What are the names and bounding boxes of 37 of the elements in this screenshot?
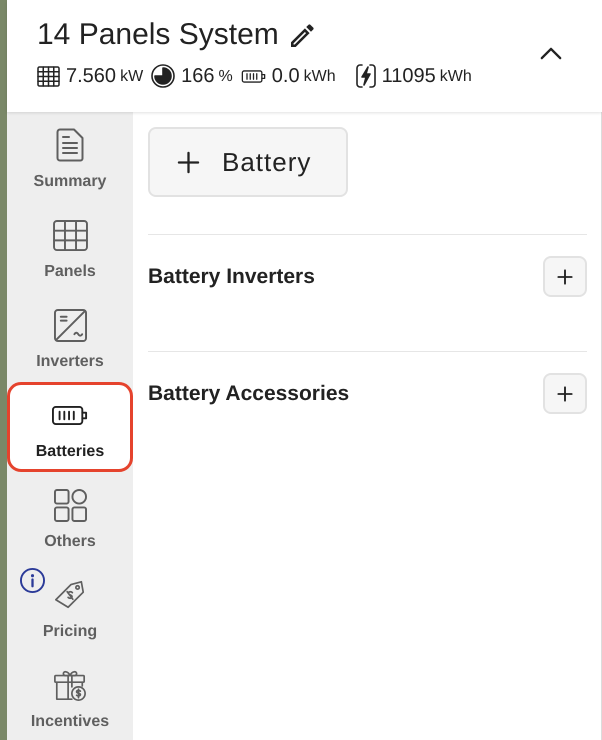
- gift-coin-icon: [53, 668, 87, 702]
- solar-grid-icon: [37, 66, 60, 86]
- sidebar-tab[interactable]: Incentives: [7, 652, 133, 740]
- stat-value: 166: [181, 64, 215, 88]
- battery-icon: [240, 70, 266, 82]
- sidebar-tab[interactable]: Panels: [7, 202, 133, 292]
- edit-icon[interactable]: [290, 24, 314, 46]
- shapes-icon: [54, 488, 86, 522]
- battery-icon: [52, 406, 88, 424]
- add-battery-button[interactable]: Battery: [148, 127, 348, 197]
- section-title: Battery Inverters: [148, 264, 315, 290]
- stat-value: 11095: [382, 64, 436, 88]
- sidebar-tab[interactable]: Summary: [7, 112, 133, 202]
- document-icon: [56, 128, 84, 162]
- add-button[interactable]: [543, 373, 587, 414]
- bolt-icon: [356, 64, 376, 88]
- stat-unit: kWh: [304, 67, 336, 87]
- system-title: 14 Panels System: [37, 17, 279, 53]
- section-title: Battery Accessories: [148, 380, 350, 406]
- sidebar-tab[interactable]: Others: [7, 472, 133, 562]
- stat-unit: kWh: [440, 67, 472, 87]
- plus-icon: [557, 386, 573, 402]
- plus-icon: [557, 268, 573, 284]
- add-button[interactable]: [543, 256, 587, 297]
- pie-icon: [151, 64, 176, 88]
- sidebar-tab[interactable]: Pricing: [7, 562, 133, 652]
- grid-icon: [52, 220, 88, 250]
- info-icon[interactable]: [20, 568, 45, 593]
- stat-value: 0.0: [272, 64, 300, 88]
- stat-unit: kW: [120, 67, 144, 87]
- chevron-icon[interactable]: [540, 46, 562, 60]
- stat-unit: %: [218, 67, 233, 87]
- stat-value: 7.560: [66, 64, 116, 88]
- plus-icon: [177, 150, 200, 174]
- sidebar-tab[interactable]: Inverters: [7, 292, 133, 382]
- inverter-icon: [54, 308, 86, 342]
- sidebar-tab[interactable]: Batteries: [7, 382, 133, 472]
